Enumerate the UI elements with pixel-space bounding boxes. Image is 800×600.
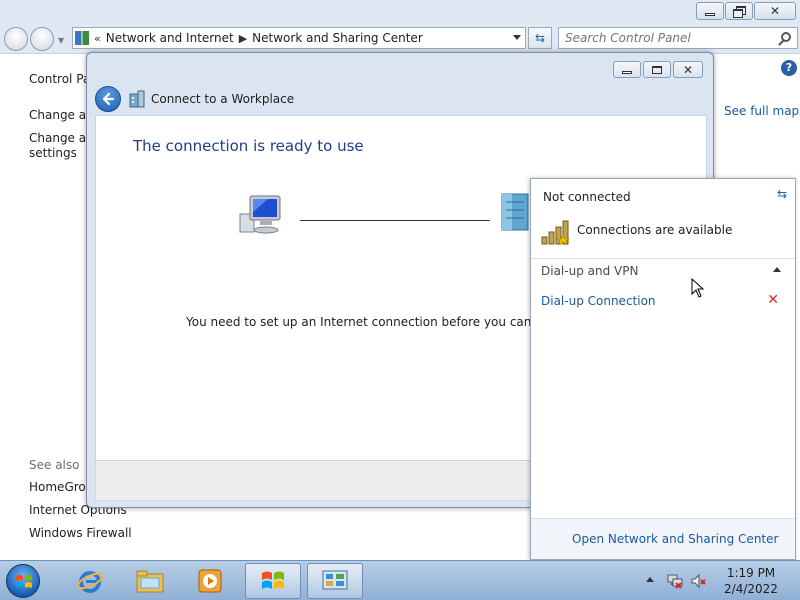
server-icon [501, 193, 529, 231]
search-input[interactable] [565, 31, 765, 45]
taskbar: 1:19 PM 2/4/2022 [0, 560, 800, 600]
dialog-maximize-button[interactable] [643, 61, 671, 78]
mouse-cursor-icon [691, 278, 705, 298]
see-also-windows-firewall[interactable]: Windows Firewall [29, 526, 132, 540]
section-dialup-vpn[interactable]: Dial-up and VPN [541, 264, 638, 278]
dialog-close-button[interactable]: ✕ [673, 61, 703, 78]
minimize-button[interactable] [696, 2, 724, 20]
content-heading: The connection is ready to use [133, 137, 364, 155]
explorer-folder-icon [136, 570, 164, 593]
taskbar-media-player[interactable] [182, 563, 238, 599]
recent-pages-dropdown[interactable]: ▼ [58, 36, 64, 45]
dialog-title: Connect to a Workplace [151, 92, 295, 106]
taskbar-internet-explorer[interactable] [62, 563, 118, 599]
taskbar-clock[interactable]: 1:19 PM 2/4/2022 [716, 565, 786, 597]
forward-button[interactable] [30, 27, 54, 51]
search-icon[interactable] [781, 32, 791, 42]
connection-line [300, 220, 490, 221]
close-button[interactable]: ✕ [754, 2, 796, 20]
maximize-icon [652, 65, 662, 74]
tray-network-icon[interactable] [667, 573, 683, 589]
refresh-icon: ⇆ [534, 31, 546, 45]
breadcrumb-network-and-sharing-center[interactable]: Network and Sharing Center [252, 31, 423, 45]
sidebar-link-settings[interactable]: settings [29, 146, 77, 160]
search-box[interactable] [558, 27, 798, 49]
computer-icon [239, 195, 281, 234]
dialog-caption-buttons: ✕ [613, 61, 703, 78]
address-dropdown-icon[interactable] [513, 35, 521, 40]
show-hidden-icons-button[interactable] [646, 577, 654, 582]
see-also-label: See also [29, 458, 80, 472]
signal-bars-icon [541, 220, 570, 245]
see-also-homegroup[interactable]: HomeGrou [29, 480, 93, 494]
navigation-bar: ▼ « Network and Internet ▶ Network and S… [0, 24, 800, 54]
breadcrumb-network-and-internet[interactable]: Network and Internet [106, 31, 234, 45]
sidebar-link-change-advanced-sharing[interactable]: Change ad [29, 131, 94, 145]
sidebar-link-control-panel-home[interactable]: Control Pa [29, 72, 90, 86]
control-panel-icon [75, 31, 89, 45]
taskbar-windows-task[interactable] [245, 563, 301, 599]
connections-available-text: Connections are available [577, 223, 733, 237]
collapse-section-icon[interactable] [773, 267, 781, 272]
breadcrumb-separator-icon[interactable]: ▶ [239, 32, 247, 45]
breadcrumb-overflow[interactable]: « [94, 32, 101, 45]
clock-date: 2/4/2022 [724, 582, 778, 596]
close-icon: ✕ [769, 4, 781, 18]
minimize-icon [705, 12, 715, 16]
sidebar-link-change-adapter-settings[interactable]: Change ad [29, 108, 94, 122]
control-panel-taskbar-icon [322, 570, 348, 590]
start-orb-icon [16, 575, 32, 588]
control-panel-titlebar: ✕ [0, 0, 800, 24]
refresh-icon[interactable]: ⇆ [777, 187, 787, 201]
workplace-icon [129, 90, 145, 108]
red-x-icon: ✕ [767, 292, 779, 308]
taskbar-windows-explorer[interactable] [122, 563, 178, 599]
internet-explorer-icon [77, 571, 103, 593]
flyout-divider [531, 258, 795, 259]
taskbar-control-panel[interactable] [307, 563, 363, 599]
see-full-map-link[interactable]: See full map [724, 104, 799, 118]
network-flyout: Not connected ⇆ Connections are availabl… [530, 178, 796, 560]
flyout-footer: Open Network and Sharing Center [531, 518, 795, 559]
window-caption-buttons: ✕ [696, 2, 796, 20]
back-arrow-icon [102, 92, 115, 106]
close-icon: ✕ [682, 62, 694, 77]
connection-status: Not connected [543, 190, 631, 204]
back-arrow-button[interactable] [95, 86, 121, 112]
minimize-icon [622, 71, 632, 74]
address-bar[interactable]: « Network and Internet ▶ Network and Sha… [72, 27, 526, 49]
dialog-minimize-button[interactable] [613, 61, 641, 78]
help-icon[interactable]: ? [781, 60, 797, 76]
clock-time: 1:19 PM [726, 566, 776, 580]
tray-volume-icon[interactable] [691, 573, 707, 589]
windows-flag-icon [262, 571, 284, 589]
content-message: You need to set up an Internet connectio… [186, 315, 579, 329]
back-button[interactable] [4, 27, 28, 51]
open-network-sharing-center-link[interactable]: Open Network and Sharing Center [572, 532, 778, 546]
refresh-button[interactable]: ⇆ [528, 27, 552, 49]
restore-icon [733, 6, 746, 18]
dialog-header: Connect to a Workplace [95, 83, 707, 115]
dialup-connection-item[interactable]: Dial-up Connection [541, 294, 656, 308]
restore-button[interactable] [725, 2, 753, 20]
media-player-icon [198, 569, 222, 593]
start-button[interactable] [6, 564, 40, 598]
